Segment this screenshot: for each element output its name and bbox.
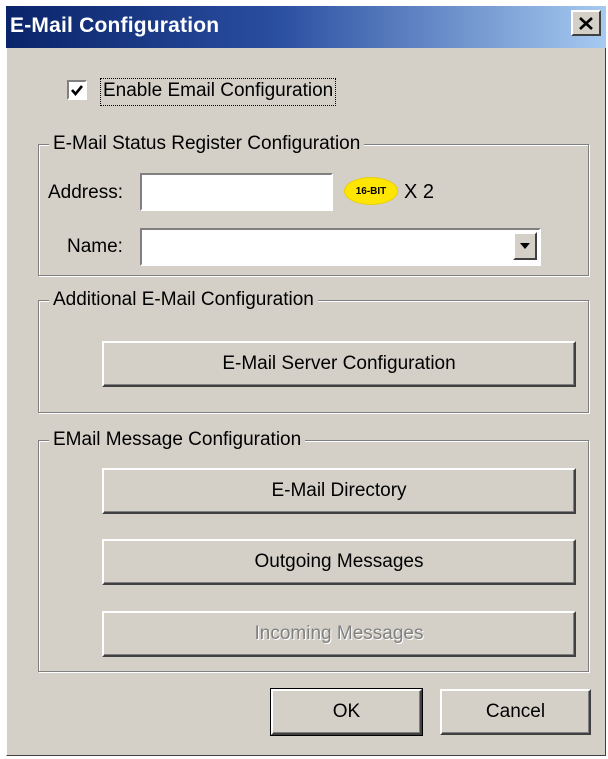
- title-bar: E-Mail Configuration: [6, 6, 606, 48]
- status-register-group-title: E-Mail Status Register Configuration: [49, 132, 365, 156]
- enable-email-checkbox[interactable]: [67, 80, 87, 100]
- multiplier-text: X 2: [404, 181, 435, 203]
- name-label: Name:: [67, 236, 123, 257]
- close-button[interactable]: [571, 10, 601, 36]
- message-config-group-title: EMail Message Configuration: [49, 428, 306, 452]
- email-directory-button[interactable]: E-Mail Directory: [102, 468, 576, 514]
- dropdown-arrow-icon: [520, 243, 530, 249]
- checkmark-icon: [71, 85, 84, 97]
- address-input[interactable]: [142, 175, 331, 209]
- cancel-button[interactable]: Cancel: [440, 689, 591, 735]
- email-server-configuration-button[interactable]: E-Mail Server Configuration: [102, 341, 576, 387]
- name-dropdown-button[interactable]: [513, 232, 537, 260]
- 16-bit-badge: 16-BIT: [345, 178, 397, 204]
- address-field[interactable]: [139, 172, 334, 212]
- close-icon: [579, 16, 593, 30]
- enable-email-label[interactable]: Enable Email Configuration: [100, 78, 337, 106]
- name-combobox[interactable]: [139, 227, 542, 267]
- additional-config-group-title: Additional E-Mail Configuration: [49, 288, 318, 312]
- incoming-messages-button[interactable]: Incoming Messages: [102, 611, 576, 657]
- address-label: Address:: [48, 182, 123, 203]
- ok-button[interactable]: OK: [270, 688, 423, 736]
- window-title: E-Mail Configuration: [10, 14, 220, 37]
- outgoing-messages-button[interactable]: Outgoing Messages: [102, 539, 576, 585]
